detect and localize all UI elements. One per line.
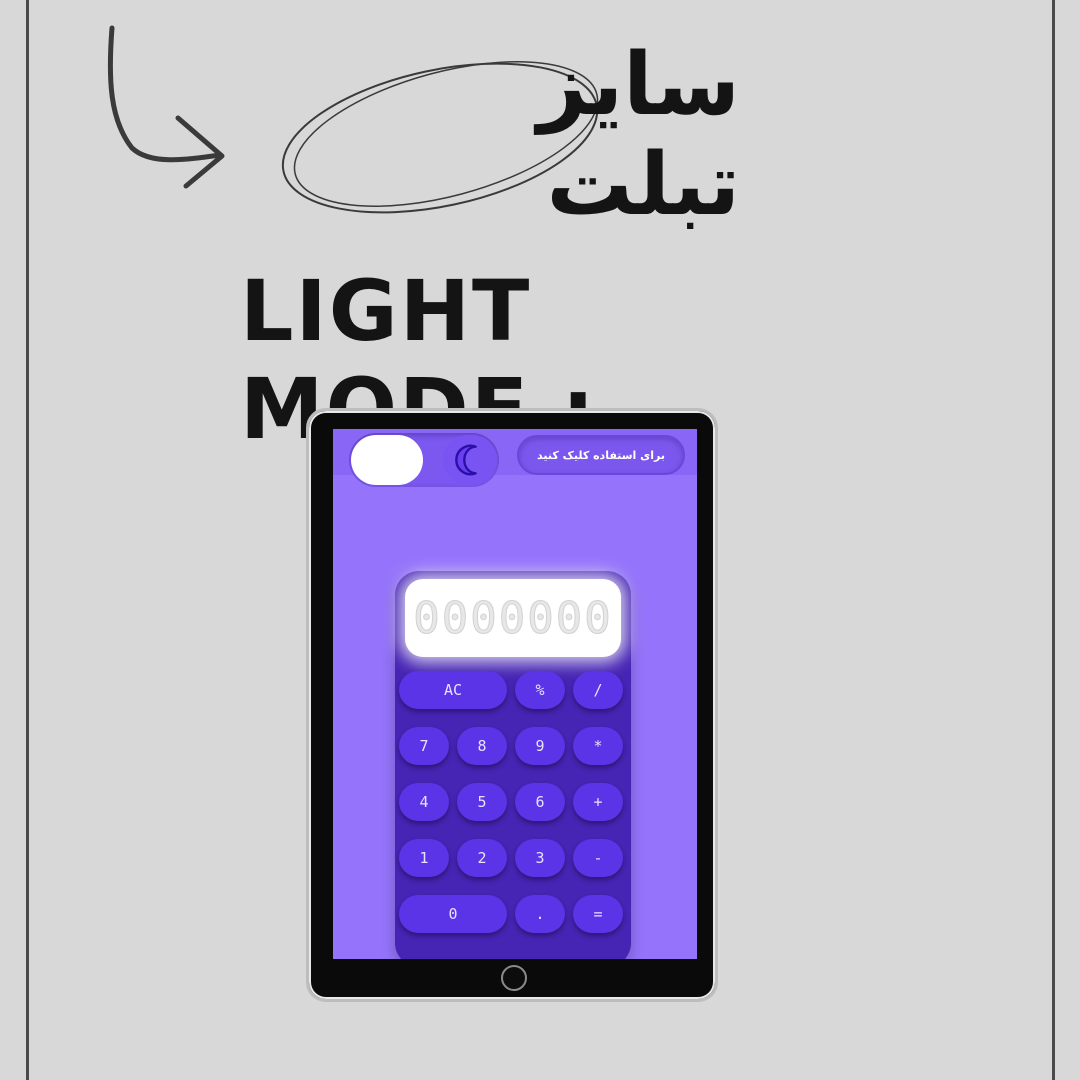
mode-label: LIGHT MODE : <box>240 262 595 458</box>
key-4[interactable]: 8 <box>457 727 507 765</box>
key-11[interactable]: 1 <box>399 839 449 877</box>
key-12[interactable]: 2 <box>457 839 507 877</box>
key-15[interactable]: 0 <box>399 895 507 933</box>
key-3[interactable]: 7 <box>399 727 449 765</box>
key-2[interactable]: / <box>573 671 623 709</box>
key-9[interactable]: 6 <box>515 783 565 821</box>
arrow-head-icon <box>175 115 225 189</box>
key-1[interactable]: % <box>515 671 565 709</box>
page-title-fa: سایز تبلت <box>537 35 742 235</box>
key-5[interactable]: 9 <box>515 727 565 765</box>
use-hint-button[interactable]: برای استفاده کلیک کنید <box>517 435 685 475</box>
dark-mode-button[interactable] <box>443 435 497 485</box>
toggle-knob[interactable] <box>351 435 423 485</box>
calculator: 0000000 AC%/ 7 8 9 * 4 5 6 +1 2 3- 0. = <box>395 571 631 959</box>
key-14[interactable]: - <box>573 839 623 877</box>
key-7[interactable]: 4 <box>399 783 449 821</box>
tablet-frame: برای استفاده کلیک کنید 0000000 AC%/ 7 8 9 * 4… <box>306 408 718 1002</box>
tablet-screen: برای استفاده کلیک کنید 0000000 AC%/ 7 8 9 * 4… <box>333 429 697 959</box>
key-13[interactable]: 3 <box>515 839 565 877</box>
key-6[interactable]: * <box>573 727 623 765</box>
home-button[interactable] <box>501 965 527 991</box>
key-0[interactable]: AC <box>399 671 507 709</box>
key-10[interactable]: + <box>573 783 623 821</box>
key-16[interactable]: . <box>515 895 565 933</box>
key-8[interactable]: 5 <box>457 783 507 821</box>
calculator-display: 0000000 <box>405 579 621 657</box>
moon-icon <box>455 444 477 476</box>
key-17[interactable]: = <box>573 895 623 933</box>
